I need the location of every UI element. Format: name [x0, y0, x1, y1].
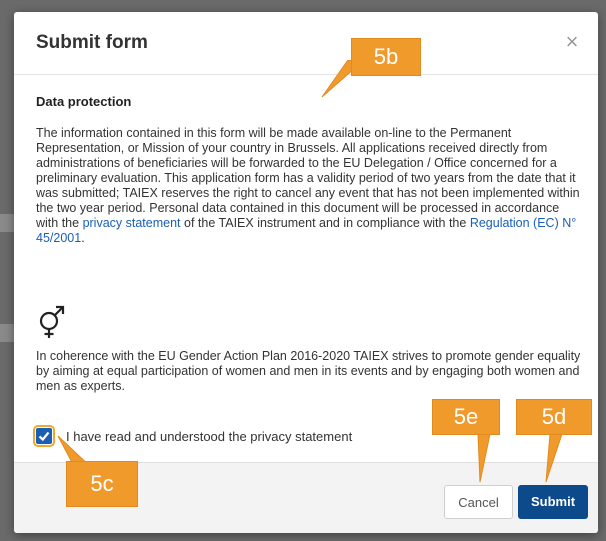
callout-5d-pointer — [545, 433, 563, 483]
data-protection-text-end: . — [81, 231, 85, 245]
close-icon[interactable]: × — [560, 30, 584, 54]
dialog-title: Submit form — [36, 32, 148, 53]
privacy-consent-checkbox[interactable] — [33, 425, 55, 447]
data-protection-heading: Data protection — [36, 94, 132, 109]
background-field-edge — [0, 214, 14, 232]
gender-equality-text: In coherence with the EU Gender Action P… — [36, 349, 581, 393]
callout-5e-pointer — [477, 433, 491, 483]
callout-5e: 5e — [432, 399, 500, 435]
privacy-consent-label: I have read and understood the privacy s… — [66, 429, 353, 444]
submit-button[interactable]: Submit — [518, 485, 588, 519]
gender-symbol-icon — [39, 305, 65, 338]
data-protection-text: The information contained in this form w… — [36, 126, 582, 246]
cancel-button[interactable]: Cancel — [444, 485, 513, 519]
checkmark-icon — [38, 431, 50, 442]
background-field-edge — [0, 324, 14, 342]
data-protection-text-part2: of the TAIEX instrument and in complianc… — [180, 216, 470, 230]
data-protection-text-part1: The information contained in this form w… — [36, 126, 580, 230]
dialog-header: Submit form × — [14, 12, 598, 75]
callout-5d: 5d — [516, 399, 592, 435]
callout-5b: 5b — [351, 38, 421, 76]
callout-5c: 5c — [66, 461, 138, 507]
privacy-statement-link[interactable]: privacy statement — [83, 216, 181, 230]
